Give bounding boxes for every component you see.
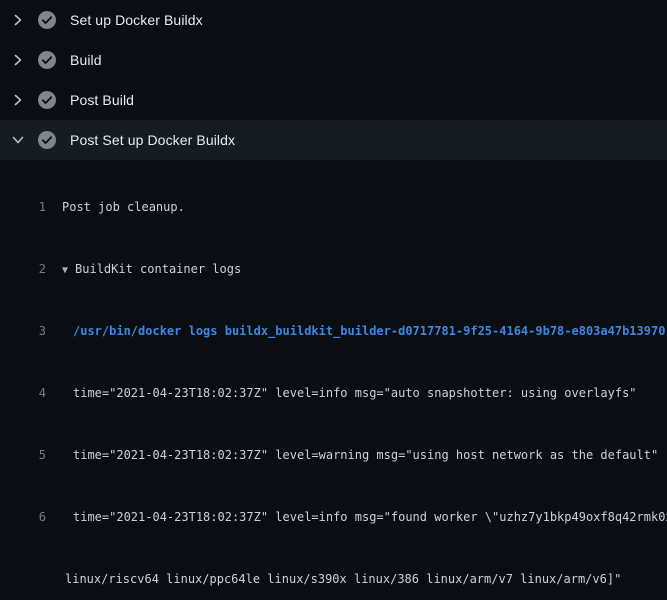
- log-text: Post job cleanup.: [46, 197, 185, 217]
- log-line: 1 Post job cleanup.: [0, 197, 667, 217]
- log-line: 3 /usr/bin/docker logs buildx_buildkit_b…: [0, 321, 667, 341]
- step-title: Post Build: [70, 92, 134, 108]
- log-text: ▼BuildKit container logs: [46, 259, 241, 279]
- line-number[interactable]: 1: [0, 197, 46, 217]
- log-line: 5 time="2021-04-23T18:02:37Z" level=warn…: [0, 445, 667, 465]
- line-number[interactable]: 4: [0, 383, 46, 403]
- step-title: Post Set up Docker Buildx: [70, 132, 235, 148]
- collapse-triangle-icon[interactable]: ▼: [62, 265, 68, 276]
- log-text: linux/riscv64 linux/ppc64le linux/s390x …: [46, 569, 621, 589]
- step-title: Build: [70, 52, 102, 68]
- log-output: 1 Post job cleanup. 2 ▼BuildKit containe…: [0, 160, 667, 600]
- steps-list: Set up Docker Buildx Build P: [0, 0, 667, 160]
- line-number[interactable]: 3: [0, 321, 46, 341]
- step-header[interactable]: Build: [0, 40, 667, 80]
- step-header[interactable]: Post Build: [0, 80, 667, 120]
- line-number[interactable]: 6: [0, 507, 46, 527]
- log-line: linux/riscv64 linux/ppc64le linux/s390x …: [0, 569, 667, 589]
- check-circle-icon: [38, 51, 56, 69]
- log-line: 6 time="2021-04-23T18:02:37Z" level=info…: [0, 507, 667, 527]
- check-circle-icon: [38, 11, 56, 29]
- log-text: time="2021-04-23T18:02:37Z" level=warnin…: [46, 445, 658, 465]
- chevron-right-icon[interactable]: [10, 52, 26, 68]
- step-header[interactable]: Post Set up Docker Buildx: [0, 120, 667, 160]
- line-number[interactable]: 5: [0, 445, 46, 465]
- line-number[interactable]: 2: [0, 259, 46, 279]
- log-line: 2 ▼BuildKit container logs: [0, 259, 667, 279]
- log-text: time="2021-04-23T18:02:37Z" level=info m…: [46, 507, 667, 527]
- chevron-down-icon[interactable]: [10, 132, 26, 148]
- line-number: [0, 569, 46, 589]
- chevron-right-icon[interactable]: [10, 12, 26, 28]
- log-text: time="2021-04-23T18:02:37Z" level=info m…: [46, 383, 637, 403]
- log-line: 4 time="2021-04-23T18:02:37Z" level=info…: [0, 383, 667, 403]
- chevron-right-icon[interactable]: [10, 92, 26, 108]
- log-text: /usr/bin/docker logs buildx_buildkit_bui…: [46, 321, 665, 341]
- check-circle-icon: [38, 91, 56, 109]
- actions-log-viewer: Set up Docker Buildx Build P: [0, 0, 667, 600]
- step-title: Set up Docker Buildx: [70, 12, 203, 28]
- step-header[interactable]: Set up Docker Buildx: [0, 0, 667, 40]
- check-circle-icon: [38, 131, 56, 149]
